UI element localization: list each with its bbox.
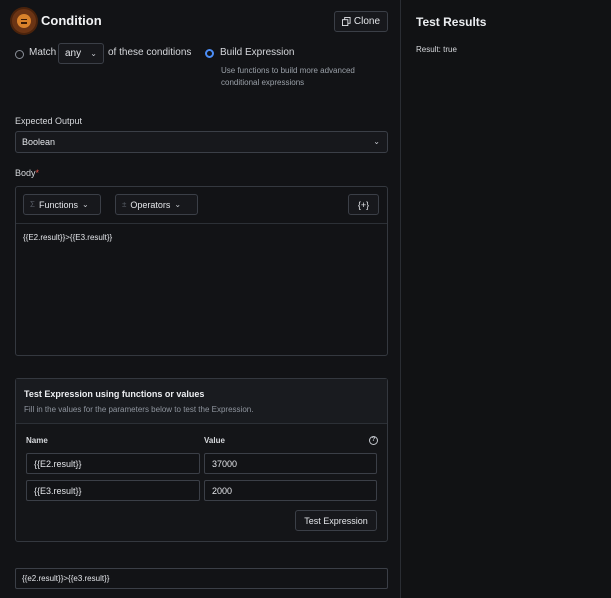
equals-circle-icon	[12, 9, 36, 33]
conditions-label: of these conditions	[108, 47, 192, 58]
expected-output-value: Boolean	[22, 137, 56, 147]
operators-label: Operators	[130, 199, 171, 210]
body-label: Body*	[15, 168, 39, 178]
chevron-down-icon: ⌄	[373, 137, 380, 146]
param-name-field: {{E3.result}}	[26, 480, 200, 501]
clone-label: Clone	[353, 16, 381, 27]
expression-toolbar: Σ Functions ⌄ ± Operators ⌄ {+}	[16, 187, 387, 224]
match-label: Match	[29, 47, 57, 58]
test-expression-subtitle: Fill in the values for the parameters be…	[24, 405, 254, 414]
match-type-select[interactable]: any ⌄	[58, 43, 104, 64]
help-icon[interactable]: ?	[369, 436, 378, 445]
chevron-down-icon: ⌄	[90, 49, 97, 58]
build-expression-radio[interactable]	[205, 49, 214, 58]
name-column-header: Name	[26, 436, 48, 445]
test-results-panel: Test Results Result: true	[402, 0, 611, 598]
insert-variable-button[interactable]: {+}	[348, 194, 379, 215]
expected-output-label: Expected Output	[15, 116, 83, 126]
match-type-value: any	[65, 48, 82, 59]
clone-button[interactable]: Clone	[334, 11, 388, 32]
test-expression-button[interactable]: Test Expression	[295, 510, 377, 531]
test-result-value: Result: true	[416, 45, 457, 54]
param-name-field: {{E2.result}}	[26, 453, 200, 474]
expression-editor: Σ Functions ⌄ ± Operators ⌄ {+} {{E2.res…	[15, 186, 388, 356]
expression-text[interactable]: {{E2.result}}>{{E3.result}}	[23, 233, 112, 242]
param-value-input[interactable]: 2000	[204, 480, 377, 501]
functions-label: Functions	[38, 199, 78, 210]
page-title: Condition	[41, 13, 102, 28]
test-expression-panel: Test Expression using functions or value…	[15, 378, 388, 542]
expected-output-select[interactable]: Boolean ⌄	[15, 131, 388, 153]
body-label-text: Body	[15, 168, 36, 178]
required-mark: *	[35, 168, 40, 178]
test-results-title: Test Results	[416, 15, 487, 29]
condition-editor-panel: Condition Clone Match any ⌄ of these con…	[0, 0, 401, 598]
build-expression-help: Use functions to build more advanced con…	[221, 66, 355, 87]
chevron-down-icon: ⌄	[81, 200, 89, 209]
functions-dropdown-button[interactable]: Σ Functions ⌄	[23, 194, 101, 215]
test-expression-header: Test Expression using functions or value…	[16, 379, 387, 424]
param-value-input[interactable]: 37000	[204, 453, 377, 474]
build-expression-label: Build Expression	[220, 47, 295, 58]
evaluated-expression-field[interactable]: {{e2.result}}>{{e3.result}}	[15, 568, 388, 589]
function-icon: Σ	[30, 200, 35, 209]
operators-dropdown-button[interactable]: ± Operators ⌄	[115, 194, 198, 215]
copy-icon	[341, 17, 351, 26]
chevron-down-icon: ⌄	[174, 200, 182, 209]
operator-icon: ±	[122, 200, 127, 209]
value-column-header: Value	[204, 436, 225, 445]
test-expression-title: Test Expression using functions or value…	[24, 389, 205, 399]
match-radio[interactable]	[15, 50, 24, 59]
